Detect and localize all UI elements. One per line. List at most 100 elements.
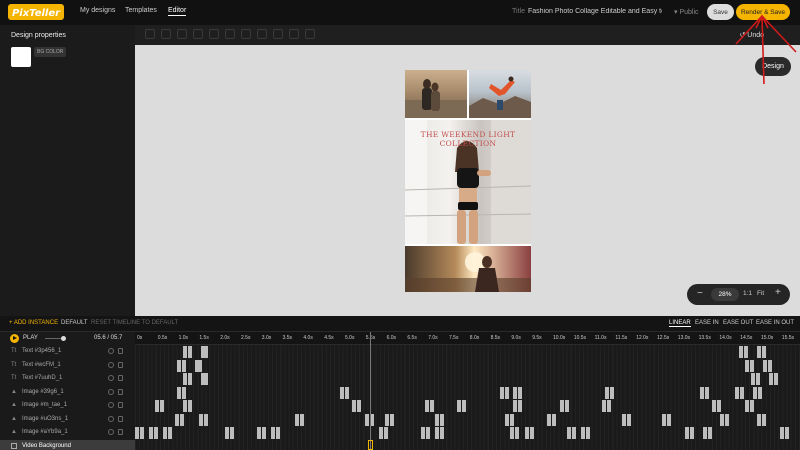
- nav-editor[interactable]: Editor: [168, 7, 187, 16]
- keyframe[interactable]: [780, 427, 784, 439]
- keyframe[interactable]: [774, 373, 778, 385]
- keyframe[interactable]: [168, 427, 172, 439]
- layer-row[interactable]: ▲ Image #aYb9a_1: [0, 426, 135, 440]
- design-button[interactable]: Design: [755, 57, 791, 76]
- visibility-toggle[interactable]: ▾ Public: [674, 8, 699, 16]
- keyframe[interactable]: [462, 400, 466, 412]
- keyframe[interactable]: [154, 427, 158, 439]
- keyframe[interactable]: [435, 427, 439, 439]
- lock-icon[interactable]: [118, 348, 123, 354]
- keyframe[interactable]: [581, 427, 585, 439]
- keyframe[interactable]: [758, 386, 762, 399]
- keyframe[interactable]: [627, 413, 631, 426]
- collage-photo-couple[interactable]: [405, 70, 467, 118]
- keyframe[interactable]: [230, 427, 234, 439]
- keyframe[interactable]: [188, 346, 192, 358]
- title-input[interactable]: Fashion Photo Collage Editable and Easy …: [528, 8, 662, 15]
- design-canvas[interactable]: THE WEEKEND LIGHT COLLECTION: [404, 70, 532, 292]
- keyframe[interactable]: [440, 413, 444, 426]
- keyframe[interactable]: [530, 427, 534, 439]
- keyframe[interactable]: [352, 400, 356, 412]
- keyframe[interactable]: [518, 400, 522, 412]
- keyframe[interactable]: [565, 400, 569, 412]
- keyframe[interactable]: [262, 427, 266, 439]
- layer-row[interactable]: Tt Text #3p456_1: [0, 345, 135, 359]
- keyframe[interactable]: [357, 400, 361, 412]
- tool-icon[interactable]: [193, 29, 203, 39]
- keyframe[interactable]: [762, 413, 766, 426]
- keyframe[interactable]: [513, 386, 517, 399]
- lock-icon[interactable]: [118, 415, 123, 422]
- tool-icon[interactable]: [305, 29, 315, 39]
- tool-icon[interactable]: [257, 29, 267, 39]
- keyframe[interactable]: [513, 400, 517, 412]
- pixteller-logo[interactable]: PixTeller: [8, 2, 64, 22]
- keyframe[interactable]: [717, 400, 721, 412]
- zoom-value[interactable]: 28%: [711, 288, 739, 301]
- keyframe[interactable]: [750, 359, 754, 372]
- keyframe[interactable]: [510, 427, 514, 439]
- keyframe[interactable]: [703, 427, 707, 439]
- keyframe[interactable]: [182, 359, 186, 372]
- tool-icon[interactable]: [273, 29, 283, 39]
- keyframe[interactable]: [155, 400, 159, 412]
- keyframe[interactable]: [744, 346, 748, 358]
- keyframe[interactable]: [515, 427, 519, 439]
- add-instance-button[interactable]: + ADD INSTANCE: [9, 320, 58, 326]
- visibility-icon[interactable]: [108, 415, 114, 422]
- keyframe[interactable]: [385, 413, 389, 426]
- keyframe[interactable]: [421, 427, 425, 439]
- layer-row[interactable]: ▲ Image #m_tae_1: [0, 399, 135, 413]
- keyframe[interactable]: [547, 413, 551, 426]
- keyframe[interactable]: [135, 427, 139, 439]
- keyframe[interactable]: [204, 346, 208, 358]
- keyframe[interactable]: [440, 427, 444, 439]
- keyframe[interactable]: [163, 427, 167, 439]
- keyframe[interactable]: [188, 373, 192, 385]
- keyframe[interactable]: [605, 386, 609, 399]
- lock-icon[interactable]: [118, 388, 123, 395]
- keyframe[interactable]: [390, 413, 394, 426]
- layer-row[interactable]: ▲ Image #39g6_1: [0, 386, 135, 400]
- keyframe[interactable]: [552, 413, 556, 426]
- keyframe[interactable]: [690, 427, 694, 439]
- keyframe[interactable]: [762, 346, 766, 358]
- tool-icon[interactable]: [289, 29, 299, 39]
- keyframe[interactable]: [607, 400, 611, 412]
- keyframe[interactable]: [276, 427, 280, 439]
- layer-row[interactable]: ▲ Image #uO3ns_1: [0, 413, 135, 427]
- timeline-ruler[interactable]: 0s 0.5s 1.0s 1.5s 2.0s 2.5s 3.0s 3.5s 4.0s 4.5s 5.…: [135, 332, 800, 345]
- keyframe[interactable]: [700, 386, 704, 399]
- keyframe[interactable]: [725, 413, 729, 426]
- keyframe[interactable]: [750, 400, 754, 412]
- render-save-button[interactable]: Render & Save: [736, 4, 790, 20]
- tool-icon[interactable]: [225, 29, 235, 39]
- keyframe[interactable]: [180, 413, 184, 426]
- keyframe[interactable]: [518, 386, 522, 399]
- visibility-icon[interactable]: [108, 388, 114, 395]
- keyframe[interactable]: [685, 427, 689, 439]
- keyframe[interactable]: [768, 359, 772, 372]
- collage-photo-jump[interactable]: [469, 70, 531, 118]
- keyframe[interactable]: [712, 400, 716, 412]
- keyframe[interactable]: [182, 386, 186, 399]
- keyframe[interactable]: [757, 346, 761, 358]
- layer-row[interactable]: Tt Text #wcFM_1: [0, 359, 135, 373]
- tool-icon[interactable]: [161, 29, 171, 39]
- keyframe[interactable]: [300, 413, 304, 426]
- keyframe[interactable]: [225, 427, 229, 439]
- keyframe[interactable]: [622, 413, 626, 426]
- ease-linear[interactable]: LINEAR: [669, 320, 691, 327]
- keyframe[interactable]: [384, 427, 388, 439]
- zoom-actual-size-button[interactable]: 1:1: [743, 290, 752, 297]
- keyframe[interactable]: [662, 413, 666, 426]
- keyframe[interactable]: [705, 386, 709, 399]
- tool-icon[interactable]: [209, 29, 219, 39]
- keyframe[interactable]: [756, 373, 760, 385]
- keyframe[interactable]: [739, 346, 743, 358]
- visibility-icon[interactable]: [108, 348, 114, 354]
- keyframe[interactable]: [175, 413, 179, 426]
- ease-in[interactable]: EASE IN: [695, 320, 719, 326]
- keyframe[interactable]: [720, 413, 724, 426]
- visibility-icon[interactable]: [108, 402, 114, 408]
